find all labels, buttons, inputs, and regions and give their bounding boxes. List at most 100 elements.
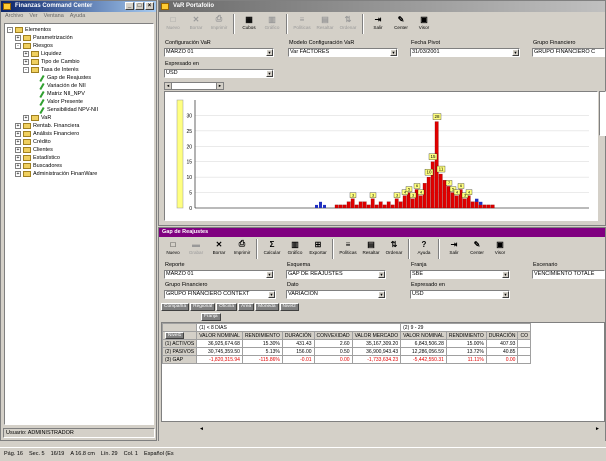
- scroll-left-icon[interactable]: ◄: [199, 426, 205, 432]
- column-header[interactable]: VALOR NOMINAL: [400, 331, 447, 340]
- currency-select[interactable]: USD ▼: [164, 69, 274, 78]
- tree-node[interactable]: - Riesgos: [7, 42, 151, 50]
- menu-item-3[interactable]: Ayuda: [70, 12, 86, 21]
- menu-item-2[interactable]: Ventana: [44, 12, 64, 21]
- scenario-select[interactable]: VENCIMIENTO TOTALE: [532, 270, 605, 279]
- export-button[interactable]: ⊞ Exportar: [307, 239, 329, 260]
- expand-icon[interactable]: +: [15, 131, 21, 137]
- menu-item-1[interactable]: Ver: [29, 12, 37, 21]
- tree-node[interactable]: Valor Presente: [7, 98, 151, 106]
- tree-node[interactable]: + Tipo de Cambio: [7, 58, 151, 66]
- close-button[interactable]: ×: [145, 2, 154, 10]
- policies-button[interactable]: ≡ Políticas: [291, 14, 313, 35]
- expand-icon[interactable]: +: [15, 171, 21, 177]
- column-header[interactable]: RENDIMIENTO: [445, 331, 487, 340]
- viewer-button[interactable]: ▣ Visor: [489, 239, 511, 260]
- column-header[interactable]: CO: [517, 331, 531, 340]
- tree-node[interactable]: Sensibilidad NPV-NII: [7, 106, 151, 114]
- data-select[interactable]: VARIACIÓN ▼: [286, 290, 386, 299]
- chevron-down-icon[interactable]: ▼: [268, 291, 275, 298]
- tree-node[interactable]: + Análisis Financiero: [7, 130, 151, 138]
- expand-icon[interactable]: +: [15, 123, 21, 129]
- report-select[interactable]: MARZO 01 ▼: [164, 270, 274, 279]
- expand-icon[interactable]: +: [15, 35, 21, 41]
- pivot-page-field[interactable]: Nivel2: [279, 303, 299, 311]
- tree-node[interactable]: + Buscadores: [7, 162, 151, 170]
- print-button[interactable]: ⎙ Imprimir: [208, 14, 230, 35]
- gap-group-select[interactable]: GRUPO FINANCIERO CONTEXT ▼: [164, 290, 276, 299]
- config-select[interactable]: MARZO 01 ▼: [164, 48, 274, 57]
- column-header[interactable]: DURACIÓN: [281, 331, 315, 340]
- scroll-right-icon[interactable]: ►: [595, 426, 601, 432]
- column-header[interactable]: CONVEXIDAD: [313, 331, 353, 340]
- collapse-icon[interactable]: -: [7, 27, 13, 33]
- tree-node[interactable]: + Clientes: [7, 146, 151, 154]
- scroll-right-icon[interactable]: ►: [216, 83, 223, 89]
- sort-button[interactable]: ⇅ Ordenar: [337, 14, 359, 35]
- new-button[interactable]: □ Nuevo: [162, 14, 184, 35]
- gap-window-titlebar[interactable]: Gap de Reajustes: [159, 228, 605, 237]
- pivot-page-field[interactable]: Área: [238, 303, 255, 311]
- center-button[interactable]: ✎ Center: [466, 239, 488, 260]
- chevron-down-icon[interactable]: ▼: [266, 70, 273, 77]
- collapse-icon[interactable]: -: [23, 67, 29, 73]
- chart-button[interactable]: ▥ Gráfico: [284, 239, 306, 260]
- highlight-button[interactable]: ▤ Resaltar: [314, 14, 336, 35]
- tree-node[interactable]: + Estadístico: [7, 154, 151, 162]
- elements-tree[interactable]: - Elementos + Parametrización - Riesgos + Liqui…: [4, 23, 154, 425]
- delete-button[interactable]: ✕ Borrar: [185, 14, 207, 35]
- save-button[interactable]: ▬ Grabar: [185, 239, 207, 260]
- column-header[interactable]: VALOR NOMINAL: [196, 331, 243, 340]
- tree-node[interactable]: Variación de NII: [7, 82, 151, 90]
- tree-node[interactable]: - Elementos: [7, 26, 151, 34]
- exit-button[interactable]: ⇥ Salir: [443, 239, 465, 260]
- viewer-button[interactable]: ▣ Visor: [413, 14, 435, 35]
- column-header[interactable]: DURACIÓN: [485, 331, 519, 340]
- horizontal-scroller[interactable]: ◄ ►: [164, 82, 224, 90]
- chart-button[interactable]: ▥ Gráfico: [261, 14, 283, 35]
- expand-icon[interactable]: +: [15, 139, 21, 145]
- expand-icon[interactable]: +: [23, 59, 29, 65]
- tree-node[interactable]: - Tasa de Interés: [7, 66, 151, 74]
- table-row[interactable]: (1) ACTIVOS 36,925,674.68 15.30% 431.43 2.60…: [162, 339, 531, 348]
- sort-button[interactable]: ⇅ Ordenar: [383, 239, 405, 260]
- delete-button[interactable]: ✕ Borrar: [208, 239, 230, 260]
- chevron-down-icon[interactable]: ▼: [378, 291, 385, 298]
- tree-node[interactable]: Matriz NII_NPV: [7, 90, 151, 98]
- expand-icon[interactable]: +: [23, 51, 29, 57]
- center-button[interactable]: ✎ Center: [390, 14, 412, 35]
- tree-node[interactable]: + Administración FinanWare: [7, 170, 151, 178]
- scheme-select[interactable]: GAP DE REAJUSTES ▼: [286, 270, 386, 279]
- tree-node[interactable]: Gap de Reajustes: [7, 74, 151, 82]
- expand-icon[interactable]: +: [15, 163, 21, 169]
- pivot-page-field[interactable]: Moneda: [255, 303, 279, 311]
- cubes-button[interactable]: ▦ Cubos: [238, 14, 260, 35]
- pivot-page-field[interactable]: Compañía: [161, 303, 190, 311]
- tree-node[interactable]: + Liquidez: [7, 50, 151, 58]
- column-header[interactable]: VALOR MERCADO: [351, 331, 402, 340]
- chevron-down-icon[interactable]: ▼: [512, 49, 519, 56]
- side-scrollbar[interactable]: [599, 91, 606, 136]
- policies-button[interactable]: ≡ Políticas: [337, 239, 359, 260]
- elements-window-titlebar[interactable]: Finanzas Command Center _ □ ×: [1, 1, 156, 12]
- chevron-down-icon[interactable]: ▼: [502, 271, 509, 278]
- new-button[interactable]: □ Nuevo: [162, 239, 184, 260]
- expand-icon[interactable]: +: [15, 147, 21, 153]
- band-select[interactable]: SBE ▼: [410, 270, 510, 279]
- date-picker[interactable]: 31/03/2001 ▼: [410, 48, 520, 57]
- model-select[interactable]: Var FACTORES ▼: [288, 48, 398, 57]
- pivot-table-area[interactable]: (1) < 8 DIAS (2) 9 - 29 Nivel1 VALOR NOMINA…: [161, 322, 605, 422]
- calculate-button[interactable]: Σ Calcular: [261, 239, 283, 260]
- column-header[interactable]: RENDIMIENTO: [241, 331, 283, 340]
- help-button[interactable]: ? Ayuda: [413, 239, 435, 260]
- maximize-button[interactable]: □: [135, 2, 144, 10]
- chevron-down-icon[interactable]: ▼: [266, 49, 273, 56]
- expand-icon[interactable]: +: [15, 155, 21, 161]
- table-row[interactable]: (3) GAP -1,820,315.94 -115.86% -0.01 0.00 -1,…: [162, 355, 531, 364]
- collapse-icon[interactable]: -: [15, 43, 21, 49]
- chevron-down-icon[interactable]: ▼: [502, 291, 509, 298]
- chevron-down-icon[interactable]: ▼: [378, 271, 385, 278]
- minimize-button[interactable]: _: [125, 2, 134, 10]
- expand-icon[interactable]: +: [23, 115, 29, 121]
- print-button[interactable]: ⎙ Imprimir: [231, 239, 253, 260]
